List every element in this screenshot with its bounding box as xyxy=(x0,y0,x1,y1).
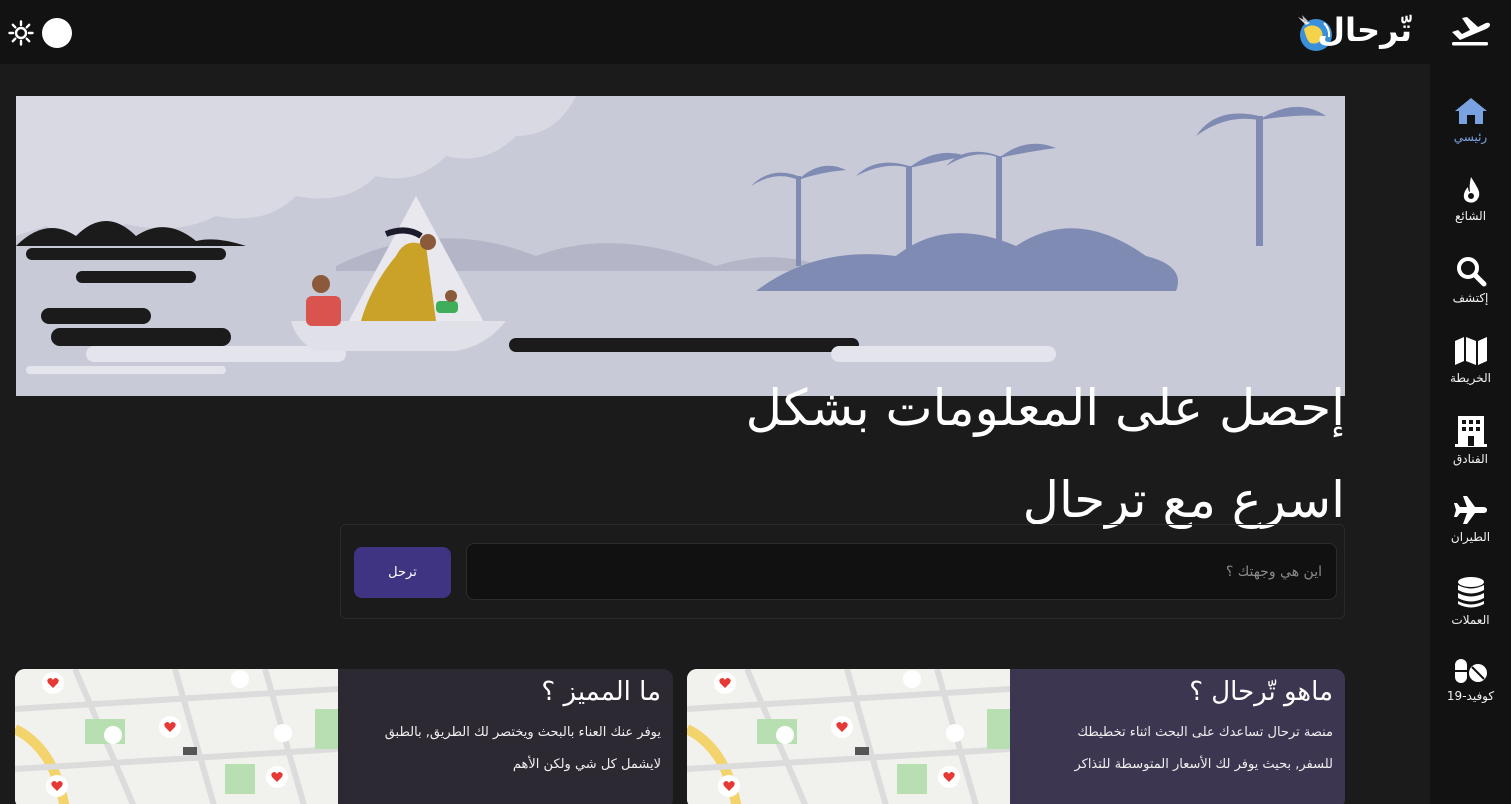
sidebar-item-label: الخريطة xyxy=(1450,371,1491,385)
sidebar-item-covid[interactable]: كوفيد-19 xyxy=(1430,655,1511,725)
card-title: ماهو تّرحال ؟ xyxy=(1189,677,1333,707)
hero-illustration xyxy=(16,96,1345,396)
search-icon xyxy=(1456,257,1486,287)
hero-title-line1: إحصل على المعلومات بشكل xyxy=(745,379,1345,437)
card-title: ما المميز ؟ xyxy=(541,677,661,707)
destination-search-input[interactable] xyxy=(466,543,1337,600)
card-body: ماهو تّرحال ؟ منصة ترحال تساعدك على البح… xyxy=(1010,669,1345,804)
sun-icon xyxy=(8,20,34,46)
plane-icon xyxy=(1453,496,1487,524)
sidebar-item-map[interactable]: الخريطة xyxy=(1430,335,1511,405)
sidebar-item-label: إكتشف xyxy=(1452,291,1489,305)
sidebar-item-explore[interactable]: إكتشف xyxy=(1430,255,1511,325)
pills-icon xyxy=(1454,659,1487,683)
sidebar-item-label: رئيسي xyxy=(1453,130,1488,144)
card-map-image xyxy=(15,669,339,804)
sidebar-item-hotels[interactable]: الفنادق xyxy=(1430,414,1511,484)
card-text-line2: للسفر, بحيث يوفر لك الأسعار المتوسطة للت… xyxy=(1074,757,1333,772)
sidebar-item-label: الفنادق xyxy=(1453,452,1488,466)
features-card: ما المميز ؟ يوفر عنك العناء بالبحث ويختص… xyxy=(15,669,673,804)
map-illustration xyxy=(15,669,339,804)
home-icon xyxy=(1454,98,1487,124)
sidebar: رئيسي الشائع إكتشف الخريطة الفنادق الطير… xyxy=(1430,0,1511,804)
travel-search-button[interactable]: ترحل xyxy=(354,547,451,598)
fire-icon xyxy=(1463,177,1479,203)
hotel-icon xyxy=(1454,416,1487,447)
map-illustration xyxy=(687,669,1011,804)
sidebar-item-label: العملات xyxy=(1451,613,1490,627)
sidebar-item-trending[interactable]: الشائع xyxy=(1430,175,1511,245)
card-map-image xyxy=(687,669,1011,804)
card-body: ما المميز ؟ يوفر عنك العناء بالبحث ويختص… xyxy=(338,669,673,804)
coins-icon xyxy=(1457,577,1484,608)
sidebar-item-currencies[interactable]: العملات xyxy=(1430,575,1511,645)
sidebar-item-home[interactable]: رئيسي xyxy=(1430,96,1511,166)
toggle-knob[interactable] xyxy=(42,18,72,48)
sidebar-item-flights[interactable]: الطيران xyxy=(1430,494,1511,564)
hero-title-line2: اسرع مع ترحال xyxy=(1022,471,1345,529)
search-panel: ترحل xyxy=(340,524,1345,619)
map-icon xyxy=(1454,337,1487,365)
app-title: تّرحال xyxy=(1317,11,1412,49)
hero-title: إحصل على المعلومات بشكل اسرع مع ترحال xyxy=(645,362,1345,546)
top-header: تّرحال xyxy=(0,0,1430,64)
sidebar-item-label: كوفيد-19 xyxy=(1446,689,1495,703)
plane-takeoff-icon xyxy=(1452,17,1490,46)
sidebar-item-label: الطيران xyxy=(1450,530,1491,544)
sidebar-item-label: الشائع xyxy=(1454,209,1487,223)
beach-illustration xyxy=(16,96,1345,396)
theme-toggle[interactable] xyxy=(8,18,74,48)
what-is-card: ماهو تّرحال ؟ منصة ترحال تساعدك على البح… xyxy=(687,669,1345,804)
